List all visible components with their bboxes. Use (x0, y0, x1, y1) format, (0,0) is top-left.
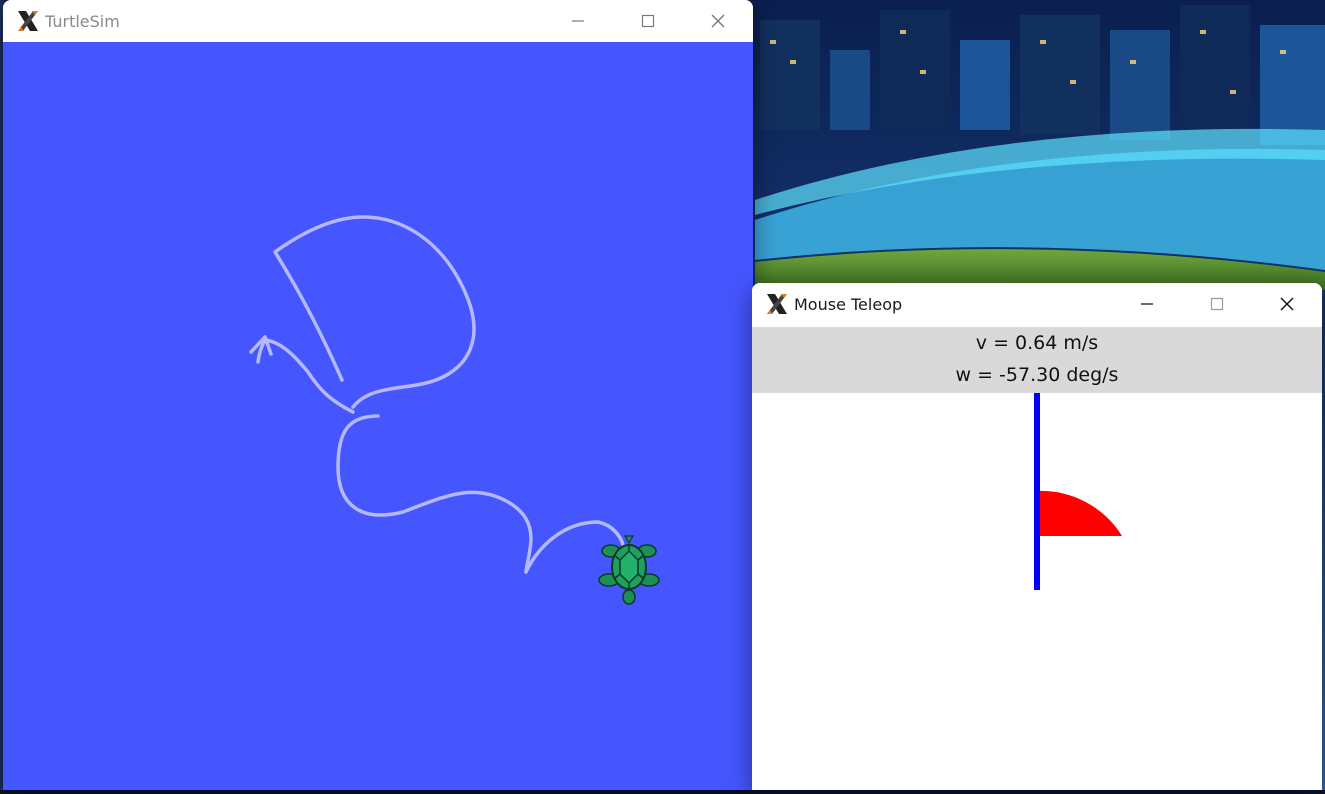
teleop-titlebar[interactable]: Mouse Teleop (752, 283, 1322, 325)
minimize-icon (1141, 303, 1153, 305)
x-app-icon (767, 294, 787, 314)
maximize-button[interactable] (1182, 283, 1252, 325)
turtle-icon (598, 535, 660, 605)
turtlesim-titlebar[interactable]: TurtleSim (3, 0, 753, 42)
turtlesim-window[interactable]: TurtleSim (3, 0, 753, 790)
minimize-button[interactable] (1112, 283, 1182, 325)
maximize-button[interactable] (613, 0, 683, 42)
minimize-icon (572, 20, 584, 22)
minimize-button[interactable] (543, 0, 613, 42)
angular-velocity-label: w = -57.30 deg/s (955, 364, 1119, 386)
angular-velocity-indicator (1037, 490, 1122, 536)
turtle-trail (249, 215, 625, 574)
linear-velocity-indicator (1034, 393, 1040, 590)
x-app-icon (18, 11, 38, 31)
teleop-drag-area[interactable] (752, 393, 1322, 790)
maximize-icon (1210, 297, 1224, 311)
window-title: TurtleSim (45, 11, 120, 31)
turtlesim-canvas (3, 42, 753, 790)
mouse-teleop-window[interactable]: Mouse Teleop v = 0.64 m/s w = -57.30 deg… (752, 283, 1322, 790)
close-icon (711, 14, 725, 28)
close-button[interactable] (1252, 283, 1322, 325)
velocity-readout: v = 0.64 m/s w = -57.30 deg/s (752, 327, 1322, 393)
maximize-icon (641, 14, 655, 28)
linear-velocity-label: v = 0.64 m/s (975, 332, 1099, 354)
close-button[interactable] (683, 0, 753, 42)
close-icon (1280, 297, 1294, 311)
window-title: Mouse Teleop (794, 294, 903, 314)
